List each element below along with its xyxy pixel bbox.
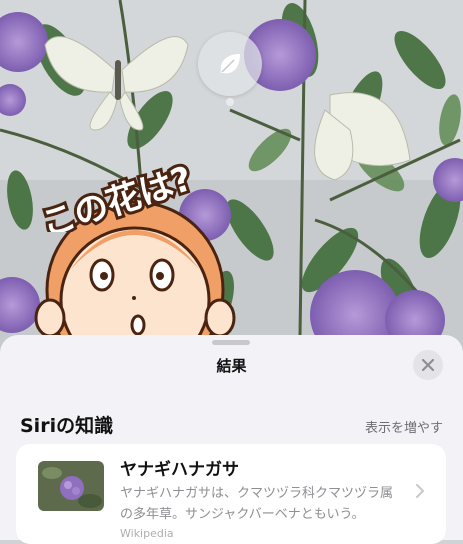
results-sheet: 結果 Siriの知識 表示を増やす ヤナギハナガサ ヤナギハナガサは、クマツヅラ…: [0, 335, 463, 544]
sheet-grabber[interactable]: [212, 340, 250, 345]
result-source: Wikipedia: [120, 527, 174, 540]
sheet-title: 結果: [216, 357, 247, 375]
result-card[interactable]: ヤナギハナガサ ヤナギハナガサは、クマツヅラ科クマツヅラ属 の多年草。サンジャク…: [16, 444, 446, 544]
sticker-caption: この花は?: [34, 156, 200, 232]
result-thumbnail: [38, 461, 104, 511]
show-more-link[interactable]: 表示を増やす: [365, 417, 443, 436]
visual-lookup-badge[interactable]: [198, 32, 262, 96]
leaf-icon: [220, 54, 240, 74]
result-title: ヤナギハナガサ: [120, 460, 239, 480]
result-description-line: の多年草。サンジャクバーベナともいう。: [120, 507, 365, 522]
section-title-siri-knowledge: Siriの知識: [20, 415, 114, 437]
lookup-anchor-dot: [226, 98, 234, 106]
close-button[interactable]: [413, 350, 443, 380]
close-icon: [422, 359, 434, 371]
chevron-right-icon: [416, 484, 424, 498]
sticker-caption-text: この花は?: [37, 159, 197, 232]
result-description: ヤナギハナガサは、クマツヅラ科クマツヅラ属 の多年草。サンジャクバーベナともいう…: [120, 483, 400, 525]
result-description-line: ヤナギハナガサは、クマツヅラ科クマツヅラ属: [120, 486, 394, 501]
